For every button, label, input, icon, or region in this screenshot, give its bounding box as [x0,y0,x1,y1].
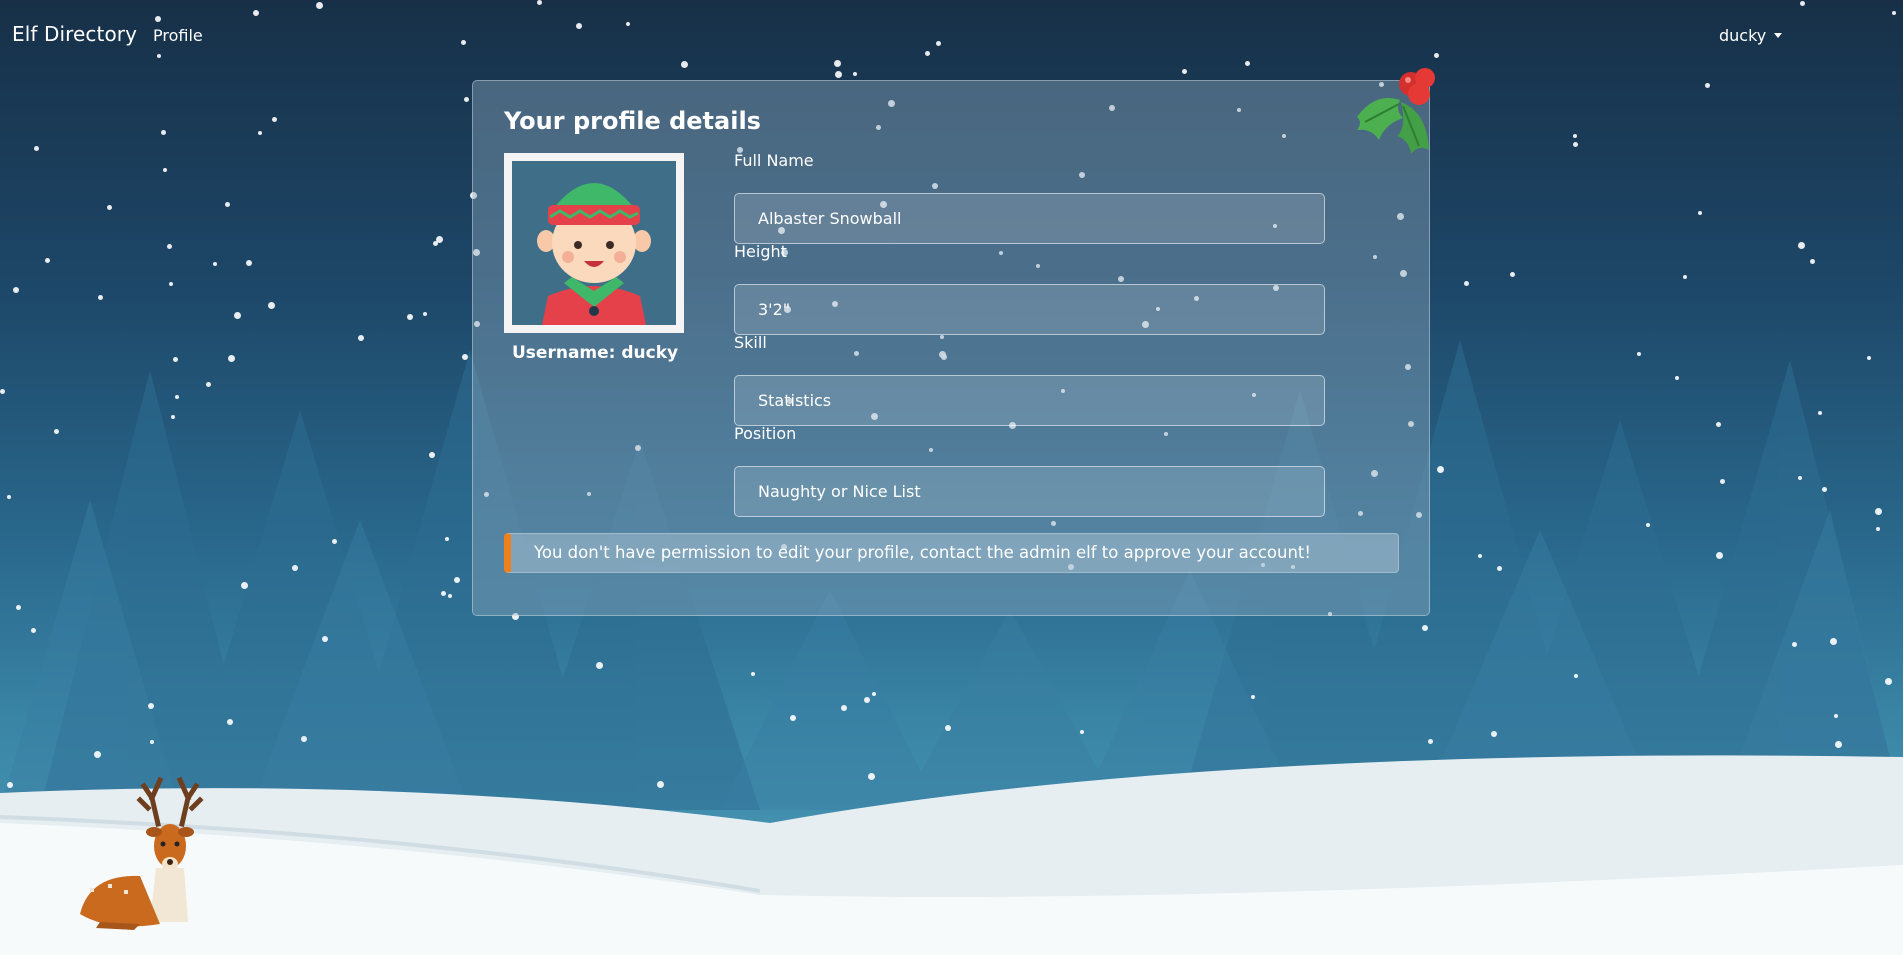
caret-down-icon [1774,33,1783,38]
height-label: Height [734,242,787,261]
height-field[interactable] [734,284,1325,335]
position-label: Position [734,424,797,443]
brand-link[interactable]: Elf Directory [12,22,137,46]
nav-link-profile[interactable]: Profile [153,26,203,45]
skill-label: Skill [734,333,767,352]
position-field[interactable] [734,466,1325,517]
user-menu-label: ducky [1719,26,1767,45]
username-label: Username: ducky [512,343,679,363]
top-navbar: Elf Directory Profile ducky [0,0,1903,72]
holly-icon [1357,68,1435,154]
profile-card: Your profile details Username: ducky Ful… [472,80,1430,616]
full-name-field[interactable] [734,193,1325,244]
user-menu-dropdown[interactable]: ducky [1719,26,1783,45]
elf-avatar-icon [512,161,676,325]
avatar [504,153,684,333]
full-name-label: Full Name [734,151,814,170]
snow-ground [0,755,1903,955]
permission-alert: You don't have permission to edit your p… [504,533,1399,573]
page-title: Your profile details [504,107,761,135]
reindeer-icon [80,776,204,930]
skill-field[interactable] [734,375,1325,426]
